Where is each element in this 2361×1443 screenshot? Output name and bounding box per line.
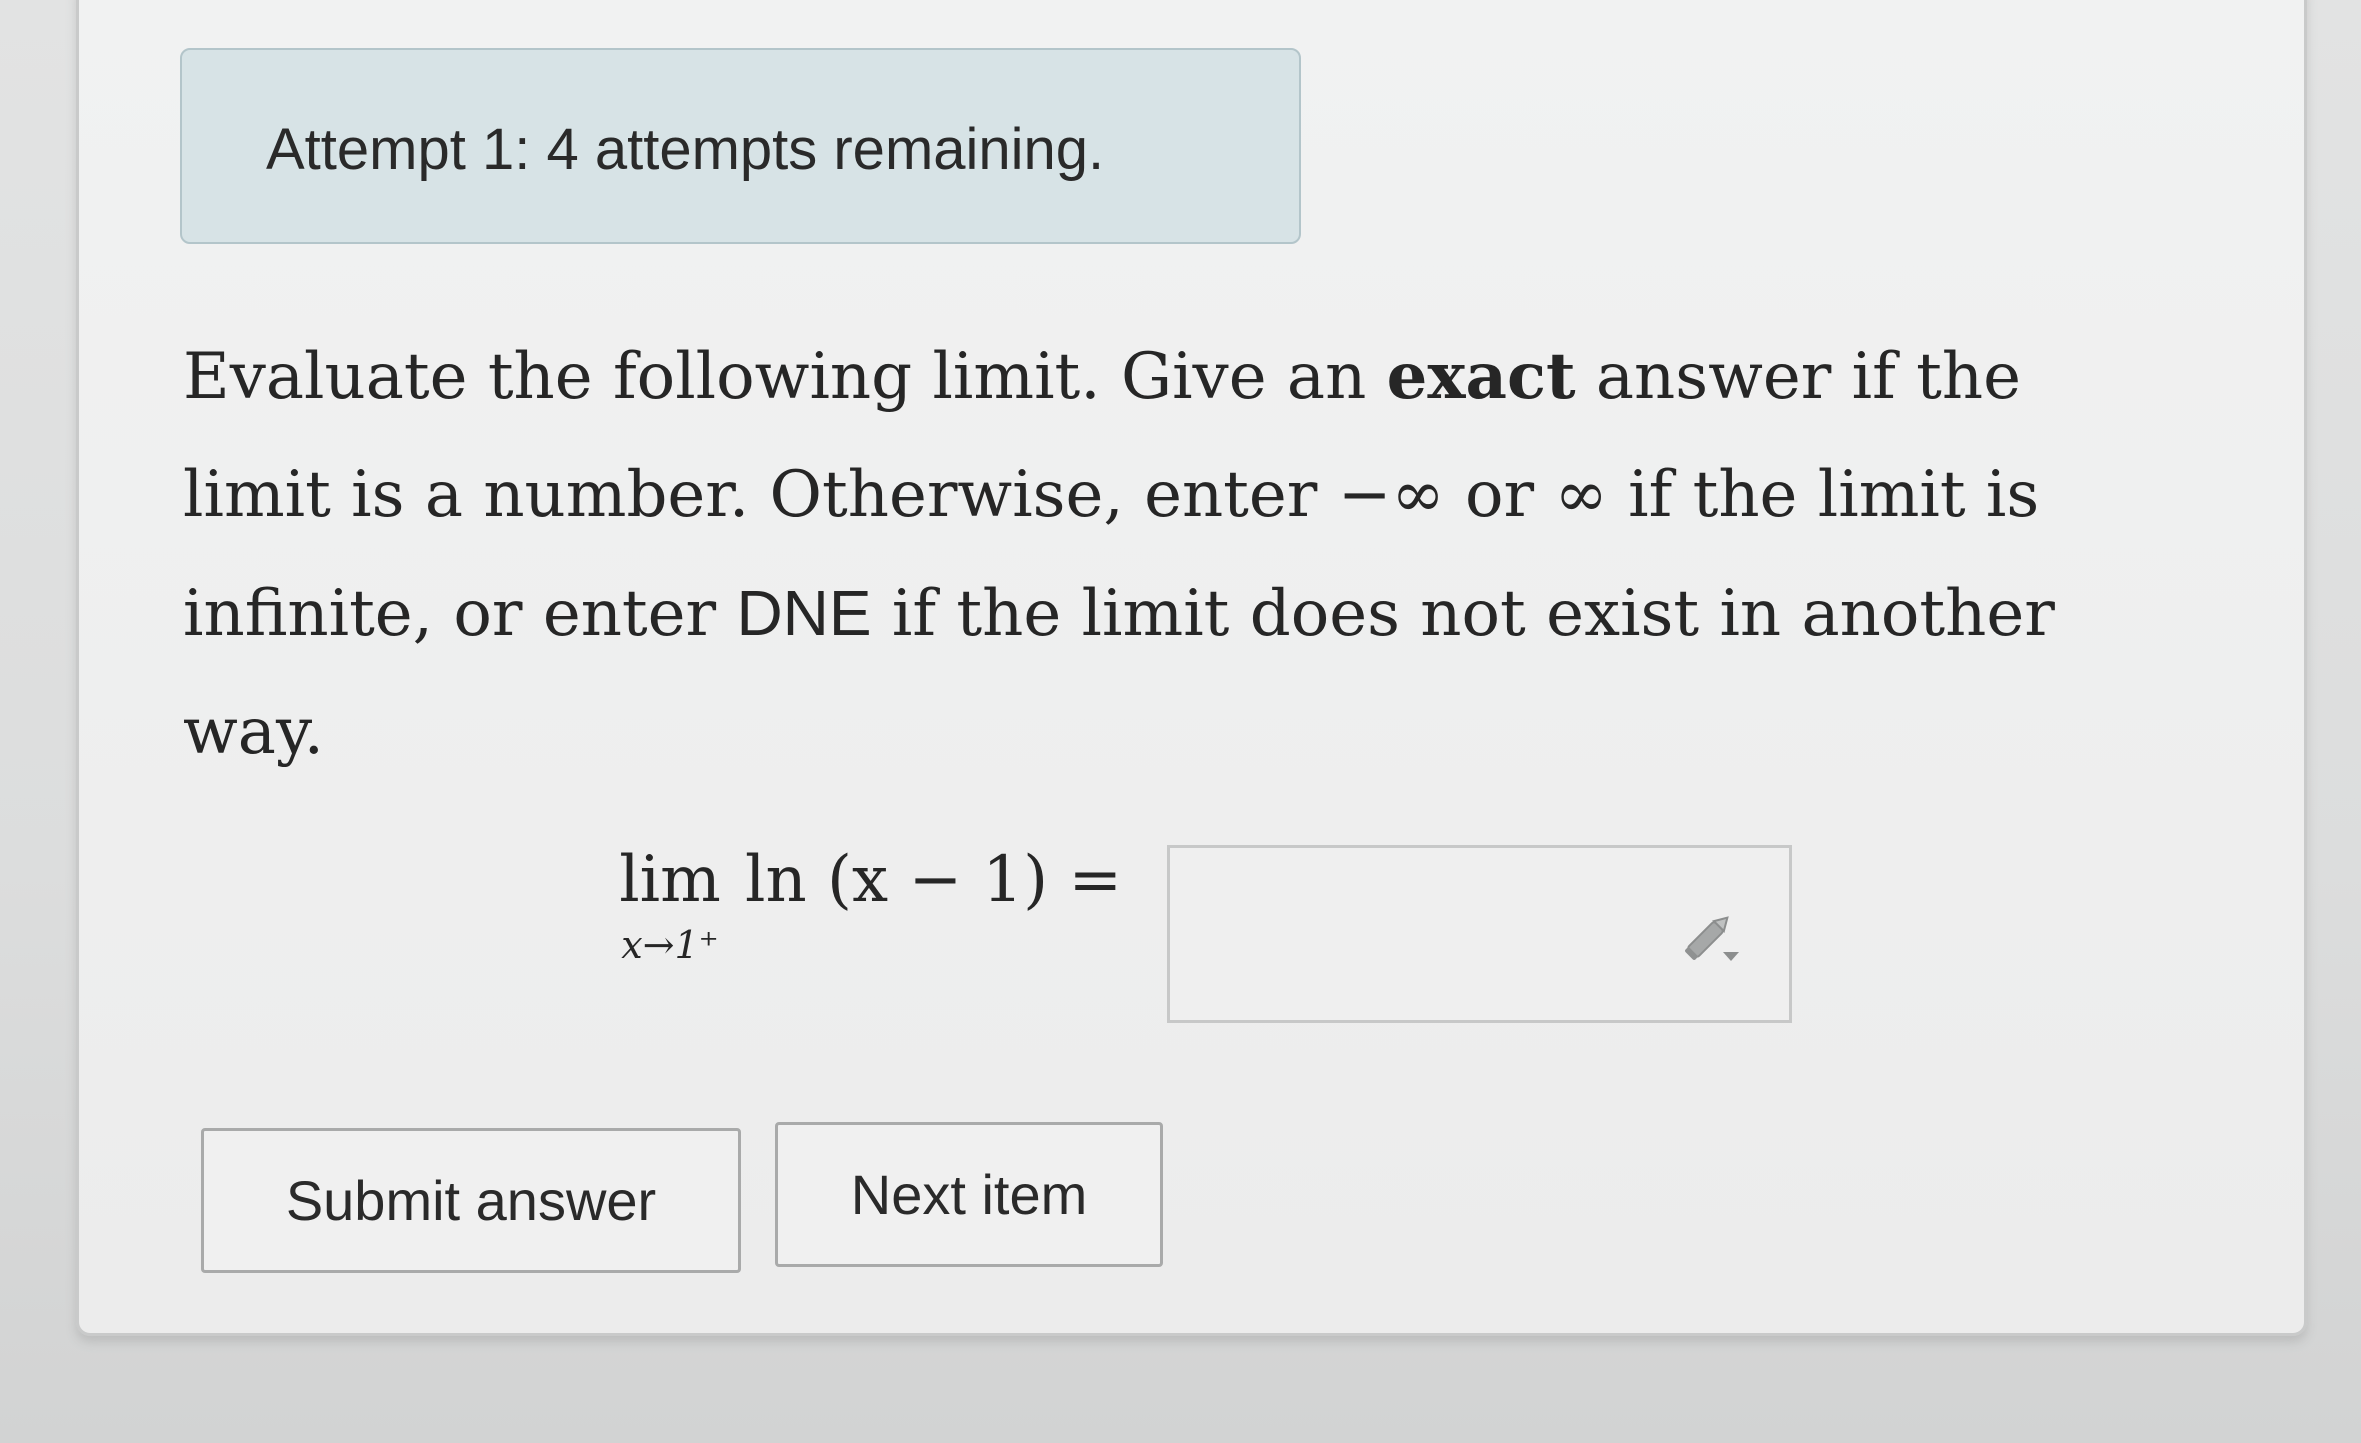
pencil-icon[interactable]: [1677, 904, 1741, 968]
next-item-button[interactable]: Next item: [775, 1122, 1163, 1267]
lim-subscript: x→1⁺: [621, 923, 719, 967]
submit-answer-button[interactable]: Submit answer: [201, 1128, 741, 1273]
prompt-bold-exact: exact: [1386, 339, 1576, 414]
prompt-text-1: Evaluate the following limit. Give an: [183, 340, 1387, 414]
lim-word: lim: [619, 843, 721, 917]
attempt-banner: Attempt 1: 4 attempts remaining.: [180, 48, 1301, 244]
prompt-dne-keyword: DNE: [736, 577, 872, 649]
question-prompt: Evaluate the following limit. Give an ex…: [183, 318, 2143, 791]
limit-operator: lim x→1⁺: [590, 840, 750, 970]
limit-function: ln (x − 1) =: [745, 843, 1123, 917]
attempt-status-text: Attempt 1: 4 attempts remaining.: [266, 117, 1105, 182]
answer-input[interactable]: [1167, 845, 1792, 1023]
